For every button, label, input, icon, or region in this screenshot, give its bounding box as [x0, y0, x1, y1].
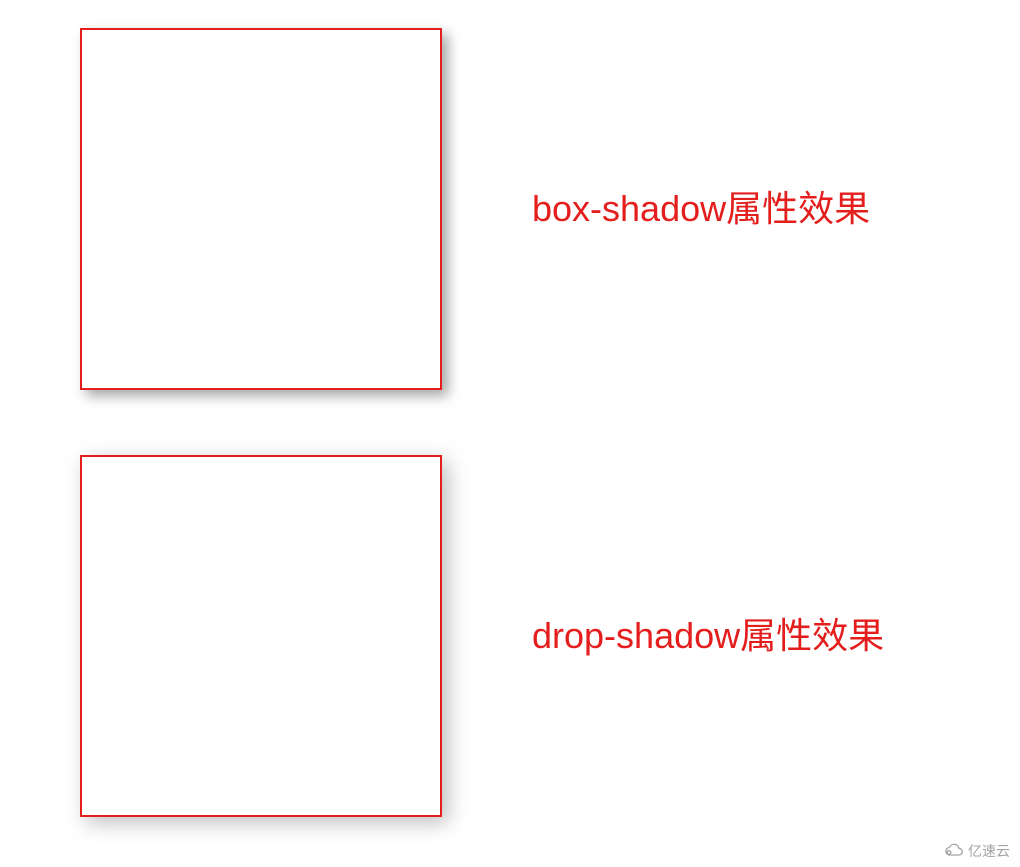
drop-shadow-square [80, 455, 442, 817]
box-shadow-square [80, 28, 442, 390]
watermark-text: 亿速云 [968, 841, 1010, 861]
drop-shadow-label: drop-shadow属性效果 [532, 614, 884, 657]
cloud-icon [944, 842, 964, 861]
box-shadow-row: box-shadow属性效果 [80, 28, 870, 390]
drop-shadow-wrap [80, 455, 442, 817]
watermark: 亿速云 [944, 841, 1010, 861]
box-shadow-label: box-shadow属性效果 [532, 187, 870, 230]
drop-shadow-row: drop-shadow属性效果 [80, 455, 884, 817]
